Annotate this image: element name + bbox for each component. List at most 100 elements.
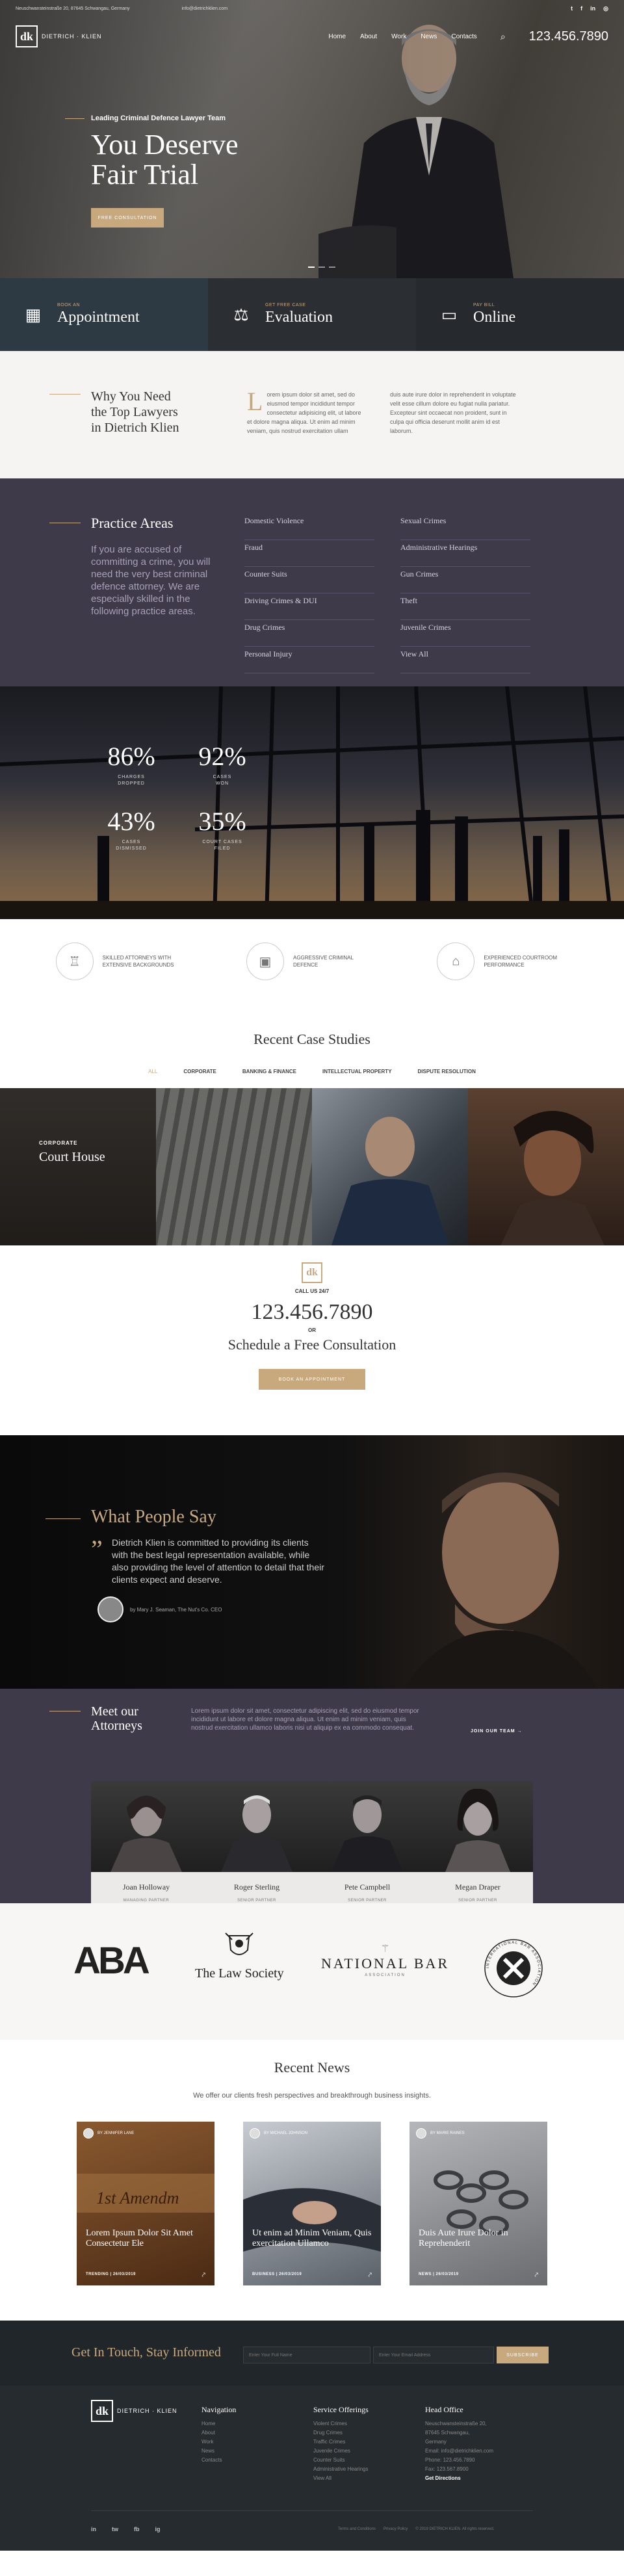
practice-item-view-all[interactable]: View All xyxy=(400,647,530,673)
logo[interactable]: dk DIETRICH · KLIEN xyxy=(16,25,102,47)
attorney-photo[interactable] xyxy=(312,1781,422,1872)
filter-dispute[interactable]: DISPUTE RESOLUTION xyxy=(418,1069,476,1074)
footer-link[interactable]: Traffic Crimes xyxy=(313,2438,369,2447)
footer-link[interactable]: Drug Crimes xyxy=(313,2428,369,2438)
case-tile[interactable] xyxy=(312,1088,468,1245)
why-title: Why You Need the Top Lawyers in Dietrich… xyxy=(91,389,179,436)
practice-item[interactable]: Domestic Violence xyxy=(244,514,374,540)
name-input[interactable] xyxy=(243,2347,370,2363)
linkedin-icon[interactable]: in xyxy=(91,2526,96,2532)
attorney-role: SENIOR PARTNER xyxy=(458,1899,497,1903)
share-icon[interactable]: ⤤ xyxy=(368,2272,372,2279)
attorney-role: SENIOR PARTNER xyxy=(237,1899,276,1903)
footer-link[interactable]: About xyxy=(202,2428,236,2438)
news-card[interactable]: 1st Amendm BY JENNIFER LANE Lorem Ipsum … xyxy=(77,2122,214,2285)
news-card-title[interactable]: Ut enim ad Minim Veniam, Quis exercitati… xyxy=(252,2228,376,2249)
slider-dot[interactable] xyxy=(318,267,325,268)
attorney-name[interactable]: Megan Draper xyxy=(422,1877,533,1892)
nav-item-work[interactable]: Work xyxy=(391,33,406,40)
practice-item[interactable]: Fraud xyxy=(244,540,374,567)
news-card-title[interactable]: Lorem Ipsum Dolor Sit Amet Consectetur E… xyxy=(86,2228,209,2249)
practice-item[interactable]: Personal Injury xyxy=(244,647,374,673)
footer-link[interactable]: News xyxy=(202,2447,236,2456)
call-phone[interactable]: 123.456.7890 xyxy=(0,1300,624,1325)
instagram-icon[interactable]: ◎ xyxy=(603,5,608,12)
nav-item-home[interactable]: Home xyxy=(328,33,346,40)
practice-item[interactable]: Theft xyxy=(400,593,530,620)
linkedin-icon[interactable]: in xyxy=(590,5,595,12)
subscribe-button[interactable]: SUBSCRIBE xyxy=(497,2347,549,2363)
search-icon[interactable]: ⌕ xyxy=(500,31,506,42)
footer-link[interactable]: Work xyxy=(202,2438,236,2447)
nav-item-contacts[interactable]: Contacts xyxy=(451,33,476,40)
filter-corporate[interactable]: CORPORATE xyxy=(183,1069,216,1074)
news-card[interactable]: BY MARIE RAINES Duis Aute Irure Dolor in… xyxy=(410,2122,547,2285)
join-team-link[interactable]: JOIN OUR TEAM → xyxy=(471,1729,523,1734)
practice-item[interactable]: Administrative Hearings xyxy=(400,540,530,567)
filter-all[interactable]: ALL xyxy=(148,1069,157,1074)
footer-link[interactable]: Contacts xyxy=(202,2456,236,2465)
get-directions-link[interactable]: Get Directions xyxy=(425,2474,493,2483)
divider xyxy=(46,1518,81,1519)
practice-item[interactable]: Juvenile Crimes xyxy=(400,620,530,647)
facebook-icon[interactable]: fb xyxy=(134,2526,140,2532)
footer-link[interactable]: Counter Suits xyxy=(313,2456,369,2465)
share-icon[interactable]: ⤤ xyxy=(534,2272,538,2279)
attorney-name[interactable]: Pete Campbell xyxy=(312,1877,422,1892)
office-email[interactable]: Email: info@dietrichklien.com xyxy=(425,2447,493,2456)
national-bar-text: NATIONAL BAR xyxy=(321,1955,450,1971)
email-input[interactable] xyxy=(373,2347,494,2363)
case-tile[interactable] xyxy=(468,1088,624,1245)
hero-cta-button[interactable]: FREE CONSULTATION xyxy=(91,208,164,228)
twitter-icon[interactable]: tw xyxy=(112,2526,118,2532)
privacy-link[interactable]: Privacy Policy xyxy=(384,2527,408,2531)
news-card-title[interactable]: Duis Aute Irure Dolor in Reprehenderit xyxy=(419,2228,542,2249)
news-image-handshake xyxy=(243,2188,381,2252)
footer-link[interactable]: Violent Crimes xyxy=(313,2419,369,2428)
hero-title-line1: You Deserve xyxy=(91,129,239,161)
header-phone[interactable]: 123.456.7890 xyxy=(529,29,608,44)
drop-cap: L xyxy=(247,387,263,416)
footer-link[interactable]: View All xyxy=(313,2474,369,2483)
book-appointment-button[interactable]: BOOK AN APPOINTMENT xyxy=(259,1369,365,1390)
attorney-name[interactable]: Roger Sterling xyxy=(202,1877,312,1892)
practice-item[interactable]: Drug Crimes xyxy=(244,620,374,647)
footer-link[interactable]: Juvenile Crimes xyxy=(313,2447,369,2456)
top-bar: Neuschwansteinstraße 20, 87645 Schwangau… xyxy=(0,0,624,17)
feature-pay-online[interactable]: ▭ PAY BILL Online xyxy=(416,278,624,351)
feature-evaluation[interactable]: ⚖ GET FREE CASE Evaluation xyxy=(208,278,416,351)
practice-item[interactable]: Gun Crimes xyxy=(400,567,530,593)
call-label: CALL US 24/7 xyxy=(294,1288,330,1294)
attorney-photo[interactable] xyxy=(91,1781,202,1872)
news-card[interactable]: BY MICHAEL JOHNSON Ut enim ad Minim Veni… xyxy=(243,2122,381,2285)
slider-dot[interactable] xyxy=(329,267,335,268)
attorney-name[interactable]: Joan Holloway xyxy=(91,1877,202,1892)
practice-item[interactable]: Sexual Crimes xyxy=(400,514,530,540)
nav-item-news[interactable]: News xyxy=(421,33,437,40)
share-icon[interactable]: ⤤ xyxy=(202,2272,205,2279)
feature-appointment[interactable]: ▦ BOOK AN Appointment xyxy=(0,278,208,351)
footer-link[interactable]: Administrative Hearings xyxy=(313,2465,369,2474)
attorney-photo[interactable] xyxy=(202,1781,312,1872)
why-text-col1: Lorem ipsum dolor sit amet, sed do eiusm… xyxy=(247,387,364,436)
practice-item[interactable]: Driving Crimes & DUI xyxy=(244,593,374,620)
facebook-icon[interactable]: f xyxy=(580,5,582,12)
office-phone[interactable]: Phone: 123.456.7890 xyxy=(425,2456,493,2465)
instagram-icon[interactable]: ig xyxy=(155,2526,161,2532)
nav-item-about[interactable]: About xyxy=(360,33,377,40)
attorney-photo[interactable] xyxy=(422,1781,533,1872)
email-link[interactable]: info@dietrichklien.com xyxy=(182,7,228,11)
slider-dot[interactable] xyxy=(308,267,315,268)
filter-banking[interactable]: BANKING & FINANCE xyxy=(242,1069,296,1074)
footer-legal: Terms and Conditions Privacy Policy © 20… xyxy=(338,2527,495,2531)
case-tile[interactable]: CORPORATE Court House xyxy=(0,1088,156,1245)
terms-link[interactable]: Terms and Conditions xyxy=(338,2527,376,2531)
case-tile[interactable] xyxy=(156,1088,312,1245)
partner-logos: ABA The Law Society ⚚ NATIONAL BAR ASSOC… xyxy=(0,1903,624,2040)
practice-item[interactable]: Counter Suits xyxy=(244,567,374,593)
footer-link[interactable]: Home xyxy=(202,2419,236,2428)
footer-logo[interactable]: dk DIETRICH · KLIEN xyxy=(91,2400,177,2422)
testimonial-quote: Dietrich Klien is committed to providing… xyxy=(112,1537,324,1585)
twitter-icon[interactable]: t xyxy=(571,5,573,12)
filter-ip[interactable]: INTELLECTUAL PROPERTY xyxy=(322,1069,392,1074)
